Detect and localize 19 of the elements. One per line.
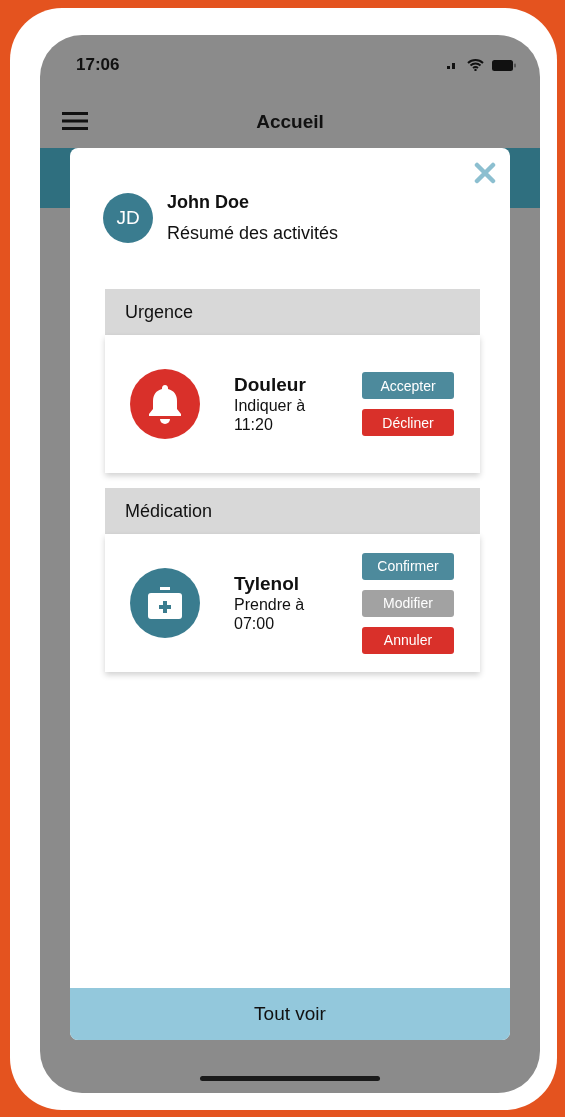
avatar: JD	[103, 193, 153, 243]
summary-subtitle: Résumé des activités	[167, 223, 339, 244]
screen-title: Accueil	[256, 110, 324, 133]
section-header: Urgence	[105, 289, 480, 335]
action-button[interactable]: Confirmer	[362, 552, 454, 580]
activity-title: Tylenol	[234, 573, 301, 595]
action-button[interactable]: Accepter	[362, 372, 454, 399]
view-all-button[interactable]: Tout voir	[70, 988, 510, 1040]
wifi-icon	[467, 59, 484, 71]
action-button[interactable]: Décliner	[362, 409, 454, 436]
activity-detail: Prendre à 07:00	[234, 595, 306, 633]
section-header: Médication	[105, 488, 480, 534]
action-button[interactable]: Annuler	[362, 626, 454, 654]
status-time: 17:06	[76, 55, 120, 75]
activity-detail: Indiquer à 11:20	[234, 396, 307, 434]
menu-icon[interactable]	[62, 112, 88, 130]
user-name: John Doe	[167, 192, 250, 213]
activity-title: Douleur	[234, 374, 307, 396]
battery-icon	[492, 59, 516, 71]
